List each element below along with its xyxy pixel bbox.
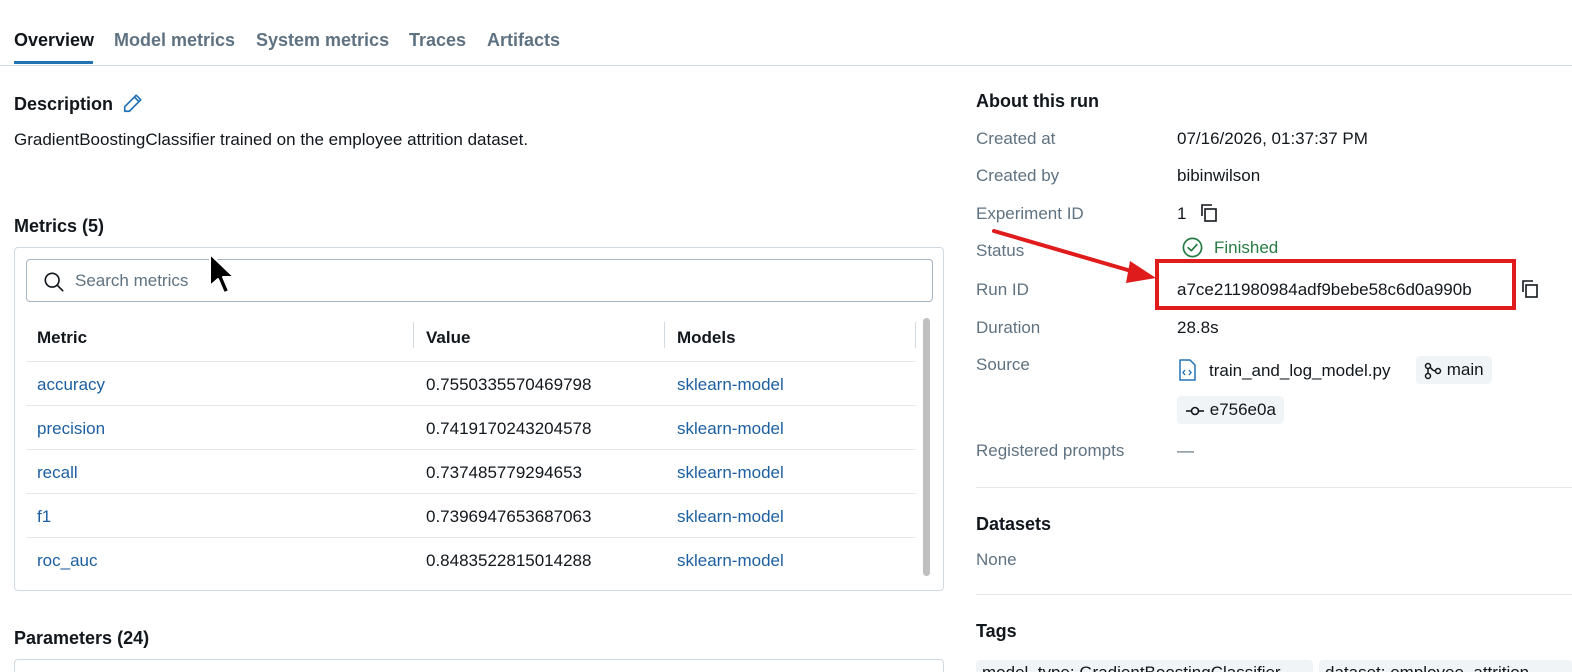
tag-chip[interactable]: model_type: GradientBoostingClassifier [976,660,1313,672]
run-id-value: a7ce211980984adf9bebe58c6d0a990b [1177,280,1472,299]
metric-value: 0.7396947653687063 [426,507,592,526]
column-header-value[interactable]: Value [426,328,470,348]
column-resize-handle[interactable] [915,322,916,348]
metrics-title: Metrics (5) [14,216,105,236]
description-title: Description [14,94,114,114]
metric-link[interactable]: accuracy [37,375,105,395]
python-file-icon [1179,359,1196,381]
check-circle-icon [1182,237,1203,258]
pencil-edit-icon[interactable] [122,92,144,114]
metric-value: 0.737485779294653 [426,463,582,482]
table-row: accuracy 0.7550335570469798 sklearn-mode… [26,362,916,406]
table-row: roc_auc 0.8483522815014288 sklearn-model [26,538,916,582]
table-row: f1 0.7396947653687063 sklearn-model [26,494,916,538]
status-value: Finished [1214,238,1279,257]
datasets-value: None [976,550,1017,569]
metric-link[interactable]: f1 [37,507,51,527]
metrics-table-header: Metric Value Models [26,314,916,362]
tag-chip[interactable]: dataset: employee_attrition [1319,660,1572,672]
section-divider [976,594,1572,595]
column-resize-handle[interactable] [664,322,665,348]
model-link[interactable]: sklearn-model [677,375,784,395]
git-branch-icon [1424,362,1442,379]
copy-icon[interactable] [1520,279,1540,299]
search-icon [44,272,64,292]
model-link[interactable]: sklearn-model [677,463,784,483]
metric-link[interactable]: roc_auc [37,551,97,571]
column-header-models[interactable]: Models [677,328,736,348]
tab-overview[interactable]: Overview [14,30,94,51]
registered-prompts-label: Registered prompts [976,441,1125,460]
model-link[interactable]: sklearn-model [677,507,784,527]
created-by-link[interactable]: bibinwilson [1177,166,1260,186]
experiment-id-link[interactable]: 1 [1177,204,1186,224]
duration-value: 28.8s [1177,318,1219,337]
model-link[interactable]: sklearn-model [677,551,784,571]
tab-artifacts[interactable]: Artifacts [487,30,560,51]
datasets-title: Datasets [976,514,1052,534]
metric-value: 0.7419170243204578 [426,419,592,438]
branch-name: main [1446,360,1484,379]
created-by-label: Created by [976,166,1060,185]
red-arrow-annotation [992,229,1156,283]
section-divider [976,487,1572,488]
metric-value: 0.8483522815014288 [426,551,592,570]
model-link[interactable]: sklearn-model [677,419,784,439]
duration-label: Duration [976,318,1041,337]
column-header-metric[interactable]: Metric [37,328,87,348]
created-at-value: 07/16/2026, 01:37:37 PM [1177,129,1368,148]
commit-hash: e756e0a [1209,400,1276,419]
parameters-title: Parameters (24) [14,628,150,648]
search-metrics-input[interactable] [75,260,915,301]
metric-link[interactable]: precision [37,419,105,439]
commit-chip[interactable]: e756e0a [1177,396,1284,424]
created-at-label: Created at [976,129,1056,148]
tags-title: Tags [976,621,1017,641]
mouse-cursor-icon [209,253,235,294]
git-commit-icon [1186,406,1204,415]
source-label: Source [976,355,1030,374]
tab-system-metrics[interactable]: System metrics [256,30,389,51]
parameters-table-container [14,659,944,672]
search-metrics-box[interactable] [26,259,933,302]
table-scrollbar[interactable] [920,314,932,578]
column-resize-handle[interactable] [413,322,414,348]
metric-value: 0.7550335570469798 [426,375,592,394]
copy-icon[interactable] [1199,203,1219,223]
table-row: precision 0.7419170243204578 sklearn-mod… [26,406,916,450]
experiment-id-label: Experiment ID [976,204,1084,223]
about-run-title: About this run [976,91,1099,111]
metrics-table-container: Metric Value Models accuracy 0.755033557… [14,247,944,591]
tab-traces[interactable]: Traces [409,30,466,51]
metric-link[interactable]: recall [37,463,78,483]
tab-model-metrics[interactable]: Model metrics [114,30,235,51]
description-text: GradientBoostingClassifier trained on th… [14,130,529,149]
registered-prompts-value: — [1177,441,1194,460]
active-tab-indicator [14,61,93,64]
branch-chip[interactable]: main [1416,356,1492,384]
source-file-link[interactable]: train_and_log_model.py [1209,361,1390,381]
tab-bar: Overview Model metrics System metrics Tr… [0,0,1572,66]
table-row: recall 0.737485779294653 sklearn-model [26,450,916,494]
scrollbar-thumb[interactable] [923,318,930,576]
